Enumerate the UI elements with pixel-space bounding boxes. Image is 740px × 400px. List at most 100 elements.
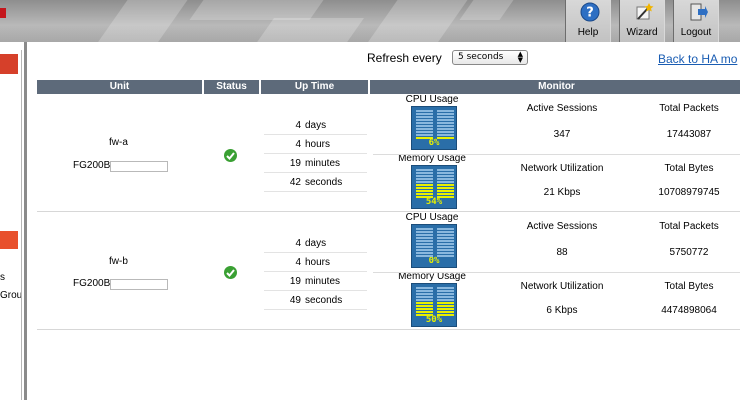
gauge-segment [437,128,454,130]
total-packets-label: Total Packets [659,103,719,114]
gauge-segment [416,290,433,292]
gauge-segment [416,128,433,130]
cpu-usage-gauge: 0% [411,224,457,268]
gauge-segment [416,169,433,171]
refresh-interval-select[interactable]: 5 seconds ▲ ▼ [452,50,528,65]
gauge-segment [437,187,454,189]
nav-selected-item[interactable] [0,231,18,249]
gauge-segment [437,305,454,307]
gauge-segment [416,193,433,195]
gauge-segment [437,246,454,248]
gauge-segment [437,119,454,121]
gauge-segment [437,249,454,251]
uptime-seconds: 49 seconds [264,292,367,310]
gauge-segment [437,287,454,289]
total-packets-label: Total Packets [659,221,719,232]
logout-label: Logout [680,27,712,38]
gauge-segment [416,305,433,307]
total-bytes-label: Total Bytes [664,163,714,174]
gauge-segment [416,314,433,316]
col-header-monitor: Monitor [370,80,740,94]
status-ok-icon [224,266,237,279]
logout-button[interactable]: Logout [673,0,719,42]
gauge-segment [437,299,454,301]
help-icon: ? [580,2,600,22]
unit-model: FG200B [73,278,111,289]
col-header-unit: Unit [37,80,202,94]
gauge-segment [416,299,433,301]
memory-usage-gauge: 54% [411,165,457,209]
cpu-usage-percent: 0% [428,256,440,266]
gauge-segment [437,113,454,115]
uptime-seconds: 42 seconds [264,174,367,192]
logout-door-icon [690,3,708,21]
nav-item-partial-group[interactable]: Grou [0,290,21,301]
gauge-segment [416,287,433,289]
brand-logo-fragment [0,8,6,18]
network-utilization-label: Network Utilization [520,281,604,292]
gauge-segment [437,181,454,183]
uptime-value: 4 [295,139,301,150]
gauge-segment [416,255,433,257]
gauge-segment [416,175,433,177]
total-bytes-value: 4474898064 [661,305,717,316]
cpu-usage-label: CPU Usage [405,94,459,105]
gauge-segment [416,187,433,189]
uptime-unit: days [305,120,327,131]
gauge-segment [416,246,433,248]
active-sessions-label: Active Sessions [526,221,598,232]
gauge-segment [437,240,454,242]
unit-serial-field [110,279,168,290]
refresh-bar: Refresh every 5 seconds ▲ ▼ Back to HA mo [27,48,740,66]
gauge-segment [416,252,433,254]
gauge-segment [416,131,433,133]
monitor-divider [373,272,740,273]
uptime-unit: days [305,238,327,249]
active-sessions-value: 88 [556,247,568,258]
svg-text:?: ? [586,6,594,21]
gauge-segment [416,172,433,174]
gauge-segment [416,125,433,127]
cpu-usage-percent: 6% [428,138,440,148]
total-packets-value: 17443087 [666,129,712,140]
gauge-segment [437,193,454,195]
left-nav: s Grou [0,50,22,400]
status-ok-icon [224,149,237,162]
gauge-segment [416,137,433,139]
gauge-segment [437,169,454,171]
uptime-unit: seconds [305,295,343,306]
back-to-ha-link[interactable]: Back to HA mo [658,52,737,66]
select-arrows-icon: ▲ ▼ [517,50,523,64]
uptime-days: 4 days [264,117,367,135]
unit-name: fw-a [109,137,128,148]
gauge-segment [437,293,454,295]
uptime-value: 19 [289,276,301,287]
uptime-unit: minutes [305,276,341,287]
gauge-segment [416,243,433,245]
gauge-segment [416,311,433,313]
uptime-value: 4 [295,238,301,249]
gauge-segment [437,314,454,316]
gauge-segment [437,228,454,230]
refresh-label: Refresh every [367,51,442,65]
nav-item-partial[interactable]: s [0,272,5,283]
gauge-segment [437,231,454,233]
gauge-segment [416,240,433,242]
network-utilization-label: Network Utilization [520,163,604,174]
gauge-segment [416,296,433,298]
gauge-segment [437,290,454,292]
total-packets-value: 5750772 [669,247,709,258]
unit-row: fw-b FG200B 4 days 4 hours 19 minutes 49… [37,212,740,330]
active-sessions-label: Active Sessions [526,103,598,114]
gauge-segment [437,243,454,245]
uptime-value: 49 [289,295,301,306]
gauge-segment [416,190,433,192]
nav-section-header[interactable] [0,54,18,74]
help-button[interactable]: ? Help [565,0,611,42]
uptime-value: 19 [289,158,301,169]
cpu-usage-gauge: 6% [411,106,457,150]
wizard-button[interactable]: Wizard [619,0,665,42]
gauge-segment [437,172,454,174]
total-bytes-value: 10708979745 [658,187,720,198]
ha-monitor-panel: Refresh every 5 seconds ▲ ▼ Back to HA mo… [24,42,740,400]
